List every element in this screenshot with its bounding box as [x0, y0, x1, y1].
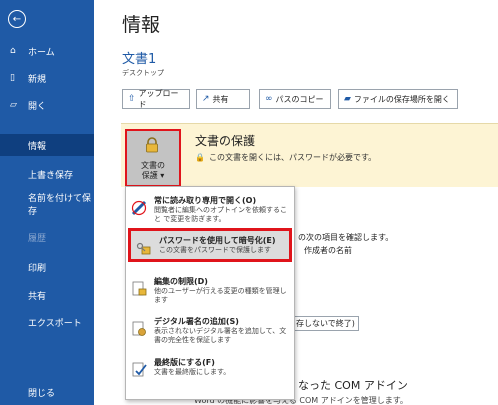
sidebar-item-label: 名前を付けて保存	[28, 194, 92, 217]
sidebar-item-label: 新規	[28, 74, 47, 85]
sidebar-item-label: 情報	[28, 141, 47, 152]
upload-button[interactable]: ⇧ アップロード	[122, 89, 190, 109]
sidebar-item-label: 履歴	[28, 233, 47, 244]
sidebar-item-label: エクスポート	[28, 318, 82, 329]
home-icon: ⌂	[10, 46, 16, 56]
protect-document-button[interactable]: 文書の 保護 ▾	[125, 129, 181, 187]
inspect-text: の次の項目を確認します。	[298, 233, 394, 242]
sidebar-item-close[interactable]: 閉じる	[0, 381, 94, 403]
document-check-icon	[131, 361, 147, 379]
document-location: デスクトップ	[122, 69, 164, 77]
sidebar-item-info[interactable]: 情報	[0, 134, 94, 156]
sidebar-item-new[interactable]: ▯ 新規	[0, 67, 94, 89]
lock-icon	[146, 137, 158, 153]
protect-document-menu: 常に読み取り専用で開く(O) 閲覧者に編集へのオプトインを依頼すること で変更を…	[125, 186, 295, 400]
folder-icon: ▰	[344, 94, 351, 104]
sidebar-item-label: 印刷	[28, 263, 47, 274]
inspect-author: 作成者の名前	[304, 246, 352, 255]
sidebar-item-share[interactable]: 共有	[0, 284, 94, 306]
protect-title: 文書の保護	[195, 134, 256, 148]
backstage-sidebar: ← ⌂ ホーム ▯ 新規 ▱ 開く 情報 上書き保存 名前を付けて保存 履歴 印…	[0, 0, 94, 405]
sidebar-item-label: ホーム	[28, 47, 55, 58]
upload-icon: ⇧	[128, 94, 136, 104]
sidebar-item-label: 上書き保存	[28, 170, 74, 181]
document-lock-icon	[131, 280, 147, 298]
sidebar-item-open[interactable]: ▱ 開く	[0, 94, 94, 116]
sidebar-item-label: 閉じる	[28, 388, 56, 399]
copy-path-button[interactable]: ∞ パスのコピー	[259, 89, 331, 109]
small-lock-icon: 🔒	[195, 153, 205, 162]
protect-description: 🔒 この文書を開くには、パスワードが必要です。	[195, 153, 377, 162]
menu-item-read-only[interactable]: 常に読み取り専用で開く(O) 閲覧者に編集へのオプトインを依頼すること で変更を…	[126, 191, 294, 225]
menu-item-mark-as-final[interactable]: 最終版にする(F) 文書を最終版にします。	[126, 353, 294, 387]
share-icon: ↗	[202, 94, 210, 104]
new-doc-icon: ▯	[10, 73, 15, 83]
document-name: 文書1	[122, 52, 157, 67]
key-lock-icon	[136, 239, 152, 257]
sidebar-item-label: 共有	[28, 291, 47, 302]
protect-document-panel: 文書の 保護 ▾ 文書の保護 🔒 この文書を開くには、パスワードが必要です。	[121, 123, 498, 187]
sidebar-item-home[interactable]: ⌂ ホーム	[0, 40, 94, 62]
share-button[interactable]: ↗ 共有	[196, 89, 250, 109]
sidebar-item-export[interactable]: エクスポート	[0, 311, 94, 333]
signature-icon	[131, 320, 147, 338]
menu-item-add-digital-signature[interactable]: デジタル署名の追加(S) 表示されないデジタル署名を追加して、文書の完全性を保証…	[126, 312, 294, 346]
sidebar-item-label: 開く	[28, 101, 47, 112]
sidebar-item-print[interactable]: 印刷	[0, 256, 94, 278]
back-arrow-icon[interactable]: ←	[8, 10, 26, 28]
sidebar-item-history: 履歴	[0, 226, 94, 248]
menu-item-restrict-editing[interactable]: 編集の制限(D) 他のユーザーが行える変更の種類を管理します	[126, 272, 294, 306]
pencil-no-icon	[131, 199, 147, 217]
folder-open-icon: ▱	[10, 100, 17, 110]
open-file-location-button[interactable]: ▰ ファイルの保存場所を開く	[338, 89, 458, 109]
manage-button-fragment[interactable]: 存しないで終了)	[292, 316, 359, 331]
sidebar-item-save-as[interactable]: 名前を付けて保存	[0, 193, 94, 217]
menu-item-encrypt-password[interactable]: パスワードを使用して暗号化(E) この文書をパスワードで保護します	[128, 228, 292, 262]
sidebar-item-save[interactable]: 上書き保存	[0, 163, 94, 185]
com-addins-title: なった COM アドイン	[298, 379, 408, 392]
page-title: 情報	[122, 14, 161, 36]
link-icon: ∞	[265, 94, 273, 104]
